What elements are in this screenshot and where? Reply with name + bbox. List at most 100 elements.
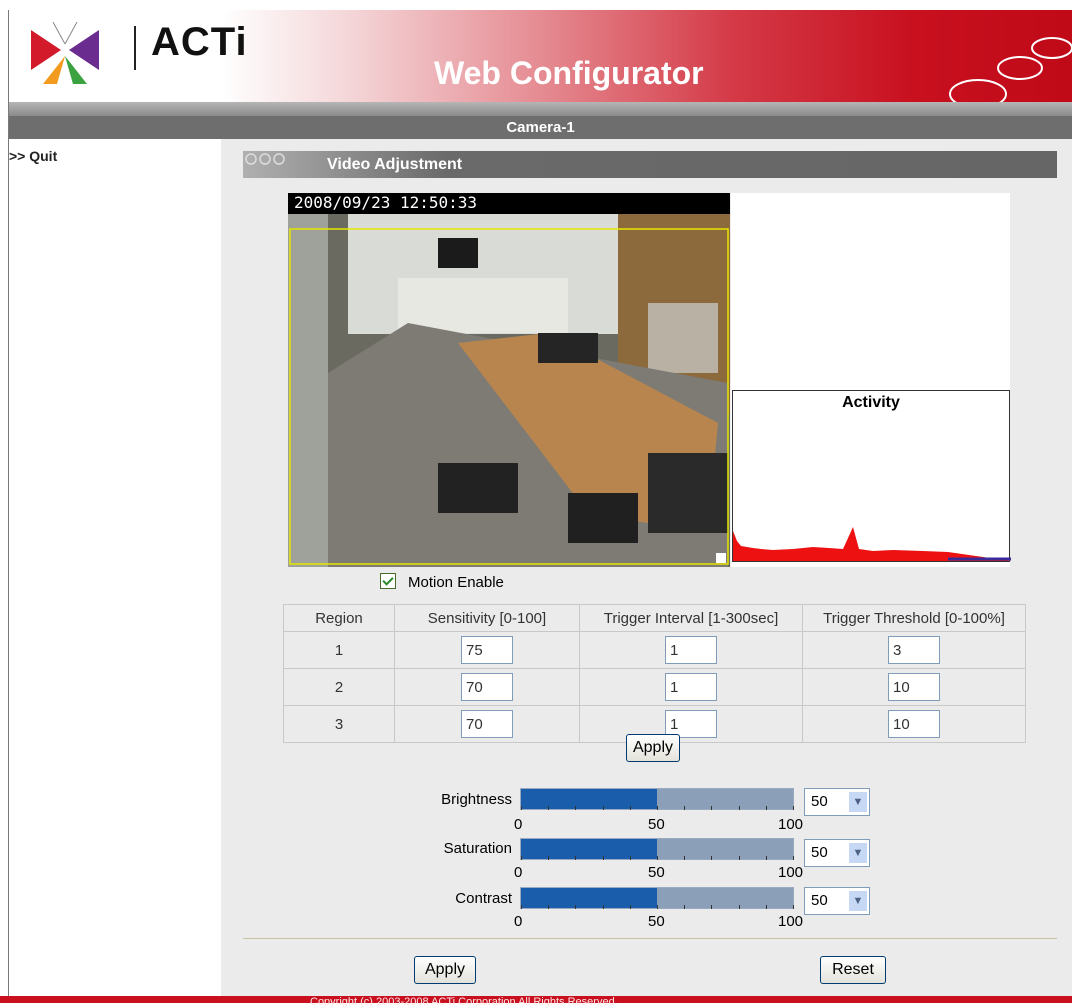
header-banner: ACTi Web Configurator — [9, 10, 1072, 109]
brightness-scale-mid: 50 — [648, 816, 665, 833]
threshold-input[interactable]: 10 — [888, 710, 940, 738]
quit-link[interactable]: >> Quit — [9, 148, 57, 164]
slider-tick — [602, 905, 604, 909]
slider-tick — [521, 856, 522, 860]
saturation-scale-mid: 50 — [648, 864, 665, 881]
interval-cell: 1 — [579, 631, 803, 669]
slider-tick — [711, 806, 713, 810]
region-cell: 2 — [283, 668, 395, 706]
table-header-row: Region Sensitivity [0-100] Trigger Inter… — [283, 604, 1026, 632]
region-cell: 3 — [283, 705, 395, 743]
saturation-select-value: 50 — [811, 844, 828, 861]
column-header: Trigger Threshold [0-100%] — [802, 604, 1026, 632]
slider-tick — [765, 856, 767, 860]
sensitivity-cell: 75 — [394, 631, 580, 669]
contrast-scale-min: 0 — [514, 913, 523, 930]
contrast-select[interactable]: 50 ▼ — [804, 887, 870, 915]
rings-decoration-icon — [949, 37, 1072, 109]
motion-enable-checkbox[interactable] — [380, 573, 396, 589]
sensitivity-cell: 70 — [394, 668, 580, 706]
threshold-cell: 10 — [802, 668, 1026, 706]
apply-button[interactable]: Apply — [414, 956, 476, 984]
slider-tick — [602, 806, 604, 810]
slider-tick — [738, 856, 740, 860]
header-divider-bar — [9, 102, 1072, 116]
slider-tick — [629, 856, 631, 860]
slider-tick — [738, 806, 740, 810]
interval-input[interactable]: 1 — [665, 673, 717, 701]
slider-tick — [548, 806, 550, 810]
brightness-scale-min: 0 — [514, 816, 523, 833]
table-row: 1 75 1 3 — [283, 631, 1026, 669]
column-header: Trigger Interval [1-300sec] — [579, 604, 803, 632]
saturation-scale-max: 100 — [778, 864, 804, 881]
camera-name-bar: Camera-1 — [9, 116, 1072, 139]
slider-tick — [548, 856, 550, 860]
logo-text: ACTi — [151, 20, 248, 64]
sensitivity-cell: 70 — [394, 705, 580, 743]
contrast-label: Contrast — [455, 890, 512, 907]
saturation-select[interactable]: 50 ▼ — [804, 839, 870, 867]
chevron-down-icon[interactable]: ▼ — [849, 891, 867, 911]
brightness-label: Brightness — [441, 791, 512, 808]
slider-tick — [684, 806, 686, 810]
interval-cell: 1 — [579, 668, 803, 706]
slider-tick — [793, 905, 794, 909]
threshold-cell: 10 — [802, 705, 1026, 743]
slider-tick — [575, 905, 577, 909]
saturation-slider[interactable] — [520, 838, 794, 860]
chain-icon — [245, 153, 285, 165]
brightness-select-value: 50 — [811, 793, 828, 810]
slider-tick — [602, 856, 604, 860]
slider-tick — [711, 905, 713, 909]
contrast-scale-max: 100 — [778, 913, 804, 930]
slider-tick — [793, 856, 794, 860]
chevron-down-icon[interactable]: ▼ — [849, 792, 867, 812]
slider-tick — [521, 806, 522, 810]
interval-input[interactable]: 1 — [665, 636, 717, 664]
copyright-text: Copyright (c) 2003-2008 ACTi Corporation… — [310, 996, 618, 1008]
section-title: Video Adjustment — [327, 156, 463, 173]
threshold-cell: 3 — [802, 631, 1026, 669]
saturation-slider-fill — [521, 839, 657, 859]
brightness-slider[interactable] — [520, 788, 794, 810]
threshold-input[interactable]: 3 — [888, 636, 940, 664]
activity-bars — [733, 527, 1011, 561]
slider-tick — [793, 806, 794, 810]
sensitivity-input[interactable]: 70 — [461, 673, 513, 701]
reset-button[interactable]: Reset — [820, 956, 886, 984]
contrast-select-value: 50 — [811, 892, 828, 909]
motion-enable-row: Motion Enable — [380, 573, 504, 591]
column-header: Region — [283, 604, 395, 632]
brightness-slider-fill — [521, 789, 657, 809]
sensitivity-input[interactable]: 70 — [461, 710, 513, 738]
slider-tick — [657, 856, 658, 860]
motion-apply-button[interactable]: Apply — [626, 734, 680, 762]
video-timestamp: 2008/09/23 12:50:33 — [288, 193, 730, 214]
contrast-slider[interactable] — [520, 887, 794, 909]
slider-tick — [711, 856, 713, 860]
acti-logo-icon — [31, 22, 99, 84]
threshold-input[interactable]: 10 — [888, 673, 940, 701]
contrast-slider-fill — [521, 888, 657, 908]
sensitivity-input[interactable]: 75 — [461, 636, 513, 664]
brightness-select[interactable]: 50 ▼ — [804, 788, 870, 816]
slider-tick — [765, 806, 767, 810]
region-cell: 1 — [283, 631, 395, 669]
slider-tick — [548, 905, 550, 909]
slider-tick — [684, 856, 686, 860]
slider-tick — [521, 905, 522, 909]
slider-tick — [657, 905, 658, 909]
video-preview: 2008/09/23 12:50:33 — [288, 193, 730, 567]
activity-graph: Activity — [732, 390, 1011, 562]
sidebar — [9, 139, 221, 1003]
motion-region-table: Region Sensitivity [0-100] Trigger Inter… — [283, 604, 1026, 743]
slider-tick — [684, 905, 686, 909]
saturation-scale-min: 0 — [514, 864, 523, 881]
saturation-label: Saturation — [443, 840, 512, 857]
slider-tick — [629, 905, 631, 909]
slider-tick — [629, 806, 631, 810]
video-frame-image — [288, 197, 730, 567]
chevron-down-icon[interactable]: ▼ — [849, 843, 867, 863]
column-header: Sensitivity [0-100] — [394, 604, 580, 632]
